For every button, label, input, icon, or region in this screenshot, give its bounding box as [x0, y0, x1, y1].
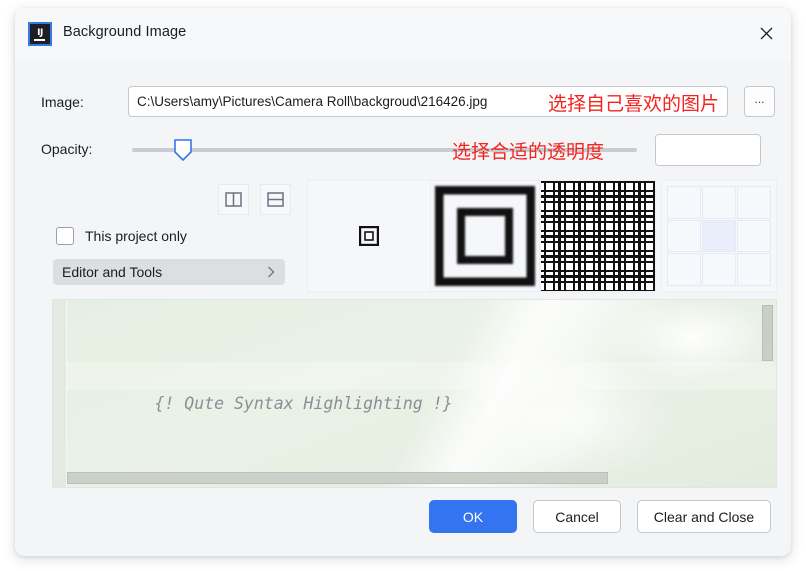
- editor-gutter: [53, 300, 67, 487]
- page-title: Background Image: [63, 24, 187, 40]
- opacity-value-input[interactable]: [656, 135, 760, 165]
- checkbox-box[interactable]: [56, 227, 74, 245]
- anchor-cell-top-left[interactable]: [667, 186, 701, 219]
- anchor-grid-icon: [662, 181, 776, 291]
- opacity-label: Opacity:: [41, 141, 93, 157]
- this-project-only-checkbox[interactable]: This project only: [56, 227, 187, 245]
- anchor-cell-middle-right[interactable]: [737, 219, 771, 253]
- split-vertical-icon[interactable]: [218, 184, 249, 215]
- code-token: {! Qute Syntax Highlighting !}: [154, 394, 453, 413]
- code-line: {! Qute Syntax Highlighting !}: [66, 362, 776, 413]
- annotation-image-note: 选择自己喜欢的图片: [548, 93, 720, 115]
- anchor-cell-bottom-right[interactable]: [737, 253, 771, 286]
- chevron-right-icon: [267, 266, 275, 278]
- preview-anchor[interactable]: [661, 180, 777, 292]
- checkbox-label: This project only: [85, 228, 187, 244]
- square-frame-icon: [359, 226, 379, 246]
- intellij-idea-icon: IJ: [28, 22, 52, 46]
- editor-horizontal-scrollbar[interactable]: [67, 472, 608, 484]
- clear-and-close-button[interactable]: Clear and Close: [637, 500, 771, 533]
- anchor-cell-bottom-left[interactable]: [667, 253, 701, 286]
- close-icon[interactable]: [749, 18, 783, 48]
- editor-horizontal-scrollbar-track: [67, 472, 760, 484]
- anchor-cell-middle-left[interactable]: [667, 219, 701, 253]
- slider-thumb[interactable]: [173, 139, 192, 161]
- split-horizontal-icon[interactable]: [260, 184, 291, 215]
- preview-scaled[interactable]: [430, 180, 540, 292]
- ok-button[interactable]: OK: [429, 500, 517, 533]
- annotation-opacity-note: 选择合适的透明度: [452, 141, 605, 163]
- editor-code: {! Qute Syntax Highlighting !} {#let ans…: [66, 300, 776, 487]
- scope-dropdown-label: Editor and Tools: [62, 264, 163, 280]
- square-frame-tiled-icon: [541, 181, 655, 291]
- anchor-cell-center[interactable]: [702, 219, 736, 253]
- cancel-button[interactable]: Cancel: [533, 500, 621, 533]
- dialog-titlebar: IJ Background Image: [15, 8, 791, 60]
- anchor-cell-top-center[interactable]: [702, 186, 736, 219]
- preview-tiled[interactable]: [540, 180, 656, 292]
- opacity-spinner[interactable]: [655, 134, 761, 166]
- editor-vertical-scrollbar[interactable]: [762, 305, 773, 361]
- scope-dropdown[interactable]: Editor and Tools: [53, 259, 285, 285]
- anchor-cell-top-right[interactable]: [737, 186, 771, 219]
- square-frame-blurred-icon: [435, 186, 535, 286]
- preview-original[interactable]: [307, 180, 431, 292]
- image-label: Image:: [41, 94, 84, 110]
- browse-button[interactable]: ...: [744, 86, 775, 117]
- background-image-dialog: IJ Background Image Image: ... 选择自己喜欢的图片…: [15, 8, 791, 556]
- editor-preview[interactable]: {! Qute Syntax Highlighting !} {#let ans…: [52, 299, 777, 488]
- anchor-cell-bottom-center[interactable]: [702, 253, 736, 286]
